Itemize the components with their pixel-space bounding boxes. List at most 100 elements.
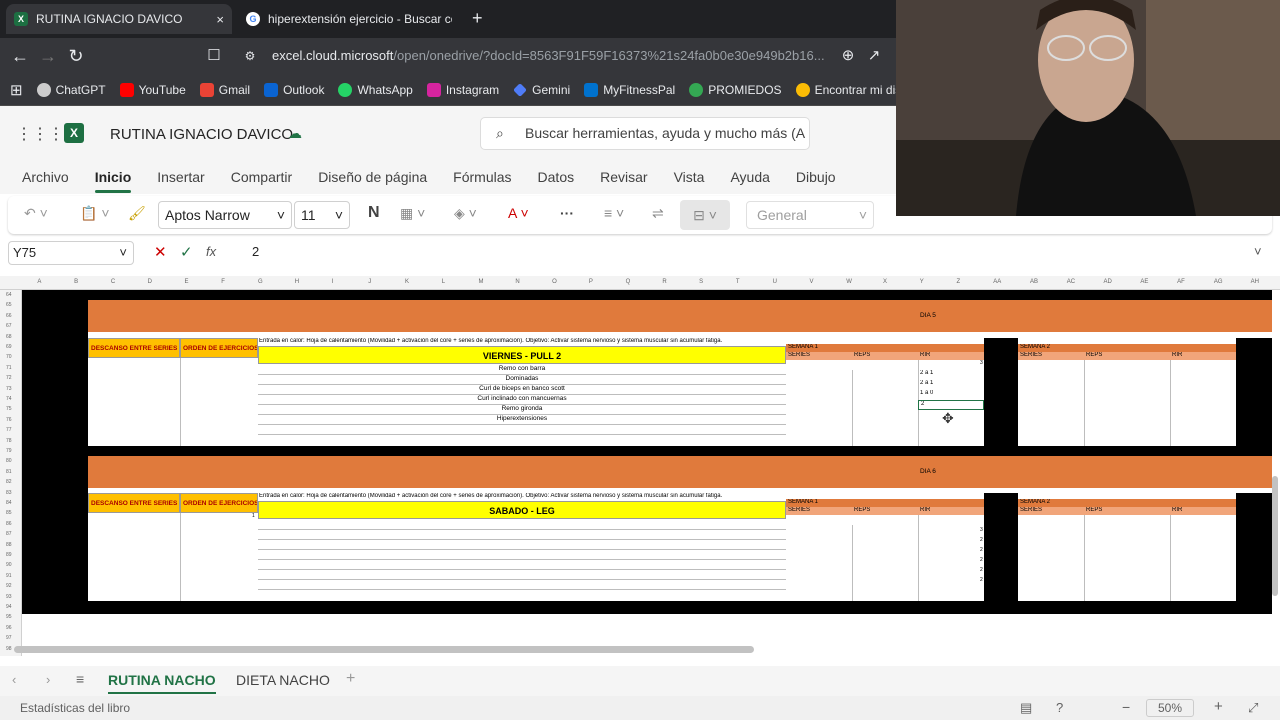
bookmark-outlook[interactable]: Outlook [264,82,324,97]
row-header[interactable]: 68 [6,334,12,340]
column-header[interactable]: L [442,279,445,285]
font-color-icon[interactable]: A ˅ [508,205,529,221]
wrap-text-icon[interactable]: ⇌ [652,205,664,222]
column-header[interactable]: N [515,279,519,285]
close-tab-icon[interactable]: × [216,12,224,27]
cloud-saved-icon[interactable]: ☁ [288,125,302,142]
zoom-in-icon[interactable]: + [1214,698,1223,715]
row-header[interactable]: 70 [6,354,12,360]
url-field[interactable]: excel.cloud.microsoft/open/onedrive/?doc… [272,42,872,70]
row-header[interactable]: 65 [6,302,12,308]
row-header[interactable]: 81 [6,469,12,475]
number-format-select[interactable]: General ˅ [746,201,874,229]
column-header[interactable]: R [662,279,666,285]
fit-screen-icon[interactable]: ⤢ [1248,700,1258,716]
bookmark-whatsapp[interactable]: WhatsApp [338,82,413,97]
row-header[interactable]: 79 [6,448,12,454]
column-header[interactable]: AF [1177,279,1185,285]
column-header[interactable]: H [295,279,299,285]
column-header[interactable]: G [258,279,263,285]
font-name-select[interactable]: Aptos Narrow ˅ [158,201,292,229]
row-header[interactable]: 95 [6,614,12,620]
day6-exercise-area[interactable] [258,519,786,601]
column-header[interactable]: F [221,279,225,285]
borders-icon[interactable]: ▦ ˅ [400,205,425,222]
day5-semana2-cells[interactable] [1018,360,1236,446]
align-icon[interactable]: ≡ ˅ [604,205,624,221]
browser-tab-excel[interactable]: X RUTINA IGNACIO DAVICO × [6,4,232,34]
exercise-row[interactable]: Dominadas [258,375,786,382]
row-header[interactable]: 97 [6,635,12,641]
next-sheet-icon[interactable]: › [46,672,50,687]
column-header[interactable]: J [368,279,371,285]
tab-vista[interactable]: Vista [674,169,705,185]
column-header[interactable]: K [405,279,409,285]
column-header[interactable]: AB [1030,279,1038,285]
back-arrow-icon[interactable]: ← [10,46,30,66]
merge-cells-icon[interactable]: ⊟ ˅ [680,200,730,230]
undo-icon[interactable]: ↶ ˅ [24,205,48,222]
row-header[interactable]: 82 [6,479,12,485]
all-sheets-icon[interactable]: ≡ [76,671,84,687]
column-header[interactable]: A [37,279,41,285]
zoom-level[interactable]: 50% [1146,699,1194,717]
column-header[interactable]: B [74,279,78,285]
exercise-row[interactable]: Remo con barra [258,365,786,372]
bold-button[interactable]: N [368,204,380,222]
tab-dibujo[interactable]: Dibujo [796,169,836,185]
zoom-out-icon[interactable]: − [1122,699,1130,715]
exercise-row[interactable]: Curl de biceps en banco scott [258,385,786,392]
vertical-scrollbar[interactable] [1272,476,1278,596]
sheet-tab-rutina[interactable]: RUTINA NACHO [108,672,216,694]
row-header[interactable]: 84 [6,500,12,506]
day5-semana1-cells[interactable]: 3 2 a 1 2 a 1 1 a 0 2 ✥ [786,360,984,446]
prev-sheet-icon[interactable]: ‹ [12,672,16,687]
column-header[interactable]: Z [957,279,961,285]
selected-cell-y75[interactable]: 2 [918,400,984,410]
bookmark-gmail[interactable]: Gmail [199,82,250,97]
tab-archivo[interactable]: Archivo [22,169,69,185]
column-header[interactable]: Q [626,279,631,285]
column-header[interactable]: I [332,279,334,285]
row-header[interactable]: 67 [6,323,12,329]
name-box[interactable]: Y75 ˅ [8,241,134,265]
bookmark-find-device[interactable]: Encontrar mi dis [795,82,901,97]
expand-formula-icon[interactable]: ˅ [1254,244,1262,259]
row-header[interactable]: 76 [6,417,12,423]
exercise-row[interactable]: Hiperextensiones [258,415,786,422]
column-header[interactable]: P [589,279,593,285]
column-header[interactable]: AG [1214,279,1223,285]
row-header[interactable]: 75 [6,406,12,412]
column-header[interactable]: AD [1104,279,1112,285]
fill-color-icon[interactable]: ◈ ˅ [454,205,477,222]
new-tab-button[interactable]: + [472,8,483,29]
worksheet-grid[interactable]: A B C D E F G H I J K L M N O P Q R S T U V W X Y Z AA AB AC AD AE AF AG… [0,276,1280,656]
row-header[interactable]: 77 [6,427,12,433]
row-header[interactable]: 69 [6,344,12,350]
column-header[interactable]: V [809,279,813,285]
row-header[interactable]: 94 [6,604,12,610]
column-header[interactable]: S [699,279,703,285]
row-header[interactable]: 98 [6,646,12,652]
day6-semana2-cells[interactable] [1018,515,1236,601]
row-header[interactable]: 83 [6,490,12,496]
row-header[interactable]: 91 [6,573,12,579]
column-header[interactable]: E [184,279,188,285]
apps-grid-icon[interactable]: ⊞ [10,81,23,99]
bookmark-chatgpt[interactable]: ChatGPT [36,82,106,97]
rir-cell[interactable]: 1 a 0 [920,390,933,396]
bookmark-icon[interactable]: ☐ [204,46,224,66]
column-header[interactable]: X [883,279,887,285]
row-header[interactable]: 74 [6,396,12,402]
insert-function-icon[interactable]: fx [206,244,216,259]
column-header[interactable]: AC [1067,279,1075,285]
column-header[interactable]: C [111,279,115,285]
tab-revisar[interactable]: Revisar [600,169,647,185]
row-header[interactable]: 78 [6,438,12,444]
horizontal-scrollbar[interactable] [14,646,754,653]
format-painter-icon[interactable]: 🖌 [128,205,146,222]
column-header[interactable]: T [736,279,740,285]
bookmark-gemini[interactable]: Gemini [513,83,570,97]
tab-ayuda[interactable]: Ayuda [730,169,769,185]
row-header[interactable]: 93 [6,594,12,600]
